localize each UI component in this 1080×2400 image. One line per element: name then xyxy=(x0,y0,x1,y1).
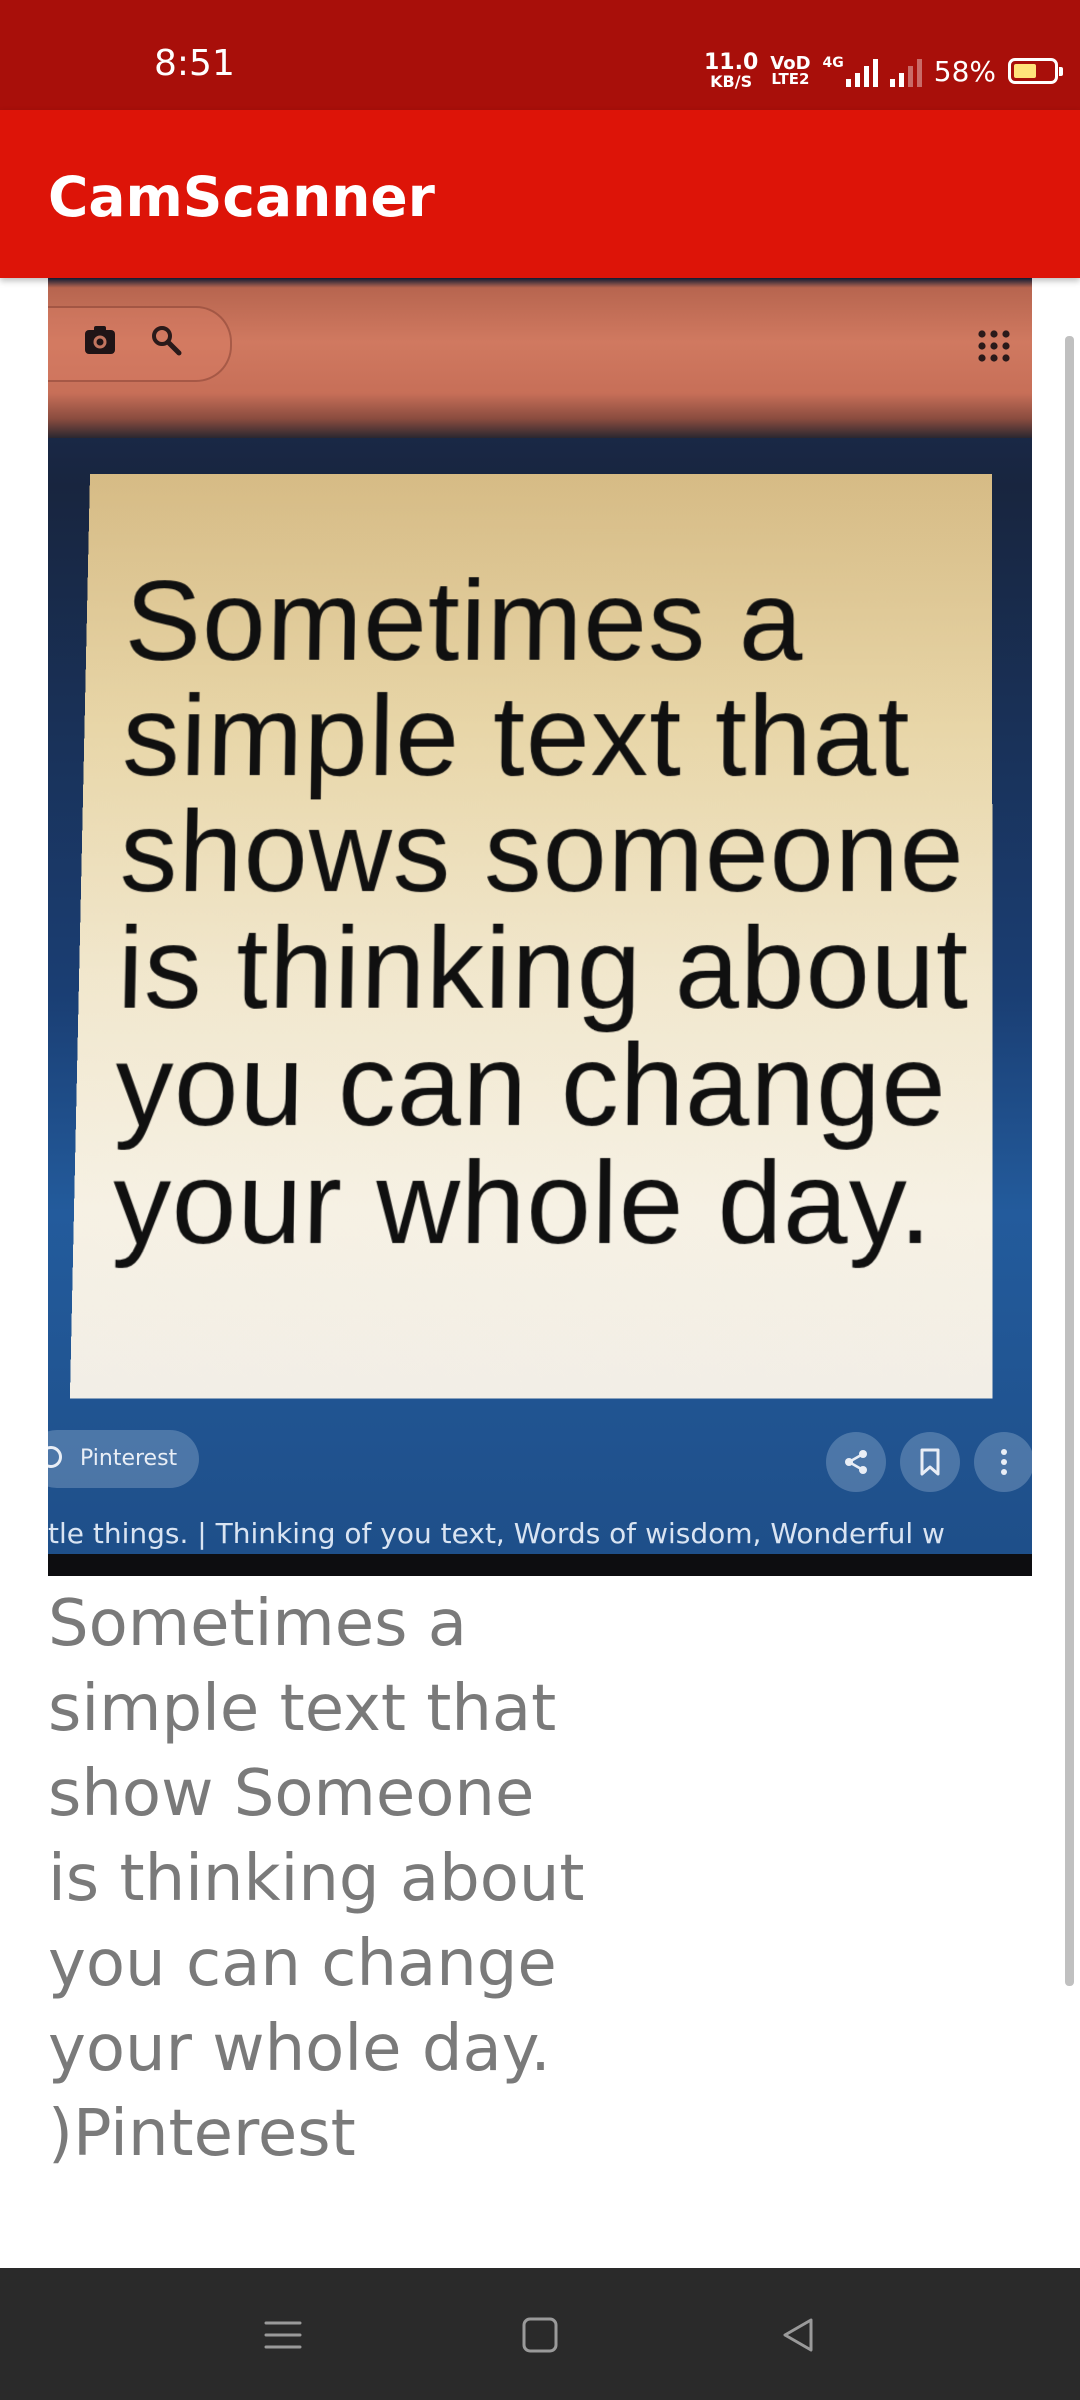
app-title: CamScanner xyxy=(48,170,435,225)
pinterest-source-label: Pinterest xyxy=(80,1446,177,1471)
home-icon xyxy=(520,2315,560,2355)
volte-bottom: LTE2 xyxy=(771,72,809,86)
status-icons: 11.0 KB/S VoD LTE2 4G 58% xyxy=(704,48,1058,94)
scan-caption-strip: tle things. | Thinking of you text, Word… xyxy=(48,1514,1032,1554)
home-nav-button[interactable] xyxy=(513,2308,567,2362)
ocr-result-text[interactable]: Sometimes a simple text that show Someon… xyxy=(48,1582,748,2177)
app-bar: CamScanner xyxy=(0,110,1080,278)
back-icon xyxy=(778,2315,818,2355)
navigation-bar xyxy=(0,2268,1080,2400)
network-speed-value: 11.0 xyxy=(704,53,758,74)
signal-sim2-icon xyxy=(890,55,922,87)
pinterest-logo-icon xyxy=(48,1446,62,1468)
network-speed-unit: KB/S xyxy=(710,74,752,89)
volte-indicator: VoD LTE2 xyxy=(770,55,810,86)
status-bar: 8:51 11.0 KB/S VoD LTE2 4G 58% xyxy=(0,0,1080,110)
scan-browser-toolbar xyxy=(48,278,1032,438)
search-icon xyxy=(148,322,184,358)
network-speed: 11.0 KB/S xyxy=(704,53,758,89)
more-options-icon xyxy=(974,1432,1032,1492)
scan-bottom-edge xyxy=(48,1554,1032,1576)
scan-search-pill xyxy=(48,306,232,382)
scan-bottom-toolbar: Pinterest xyxy=(48,1418,1032,1518)
status-time: 8:51 xyxy=(154,46,235,82)
battery-percent: 58% xyxy=(934,55,996,88)
menu-nav-button[interactable] xyxy=(256,2308,310,2362)
camera-icon xyxy=(82,322,118,358)
quote-text: Sometimes a simple text that shows someo… xyxy=(112,564,989,1263)
pinterest-source-chip: Pinterest xyxy=(48,1430,199,1488)
network-type: 4G xyxy=(823,55,844,71)
apps-grid-icon xyxy=(976,328,1012,364)
share-icon xyxy=(826,1432,886,1492)
back-nav-button[interactable] xyxy=(771,2308,825,2362)
scanned-image[interactable]: Sometimes a simple text that shows someo… xyxy=(48,278,1032,1576)
battery-icon xyxy=(1008,58,1058,84)
quote-card: Sometimes a simple text that shows someo… xyxy=(70,474,993,1398)
menu-icon xyxy=(263,2318,303,2352)
bookmark-icon xyxy=(900,1432,960,1492)
signal-sim1-icon: 4G xyxy=(823,55,878,87)
scrollbar[interactable] xyxy=(1065,336,1074,1986)
